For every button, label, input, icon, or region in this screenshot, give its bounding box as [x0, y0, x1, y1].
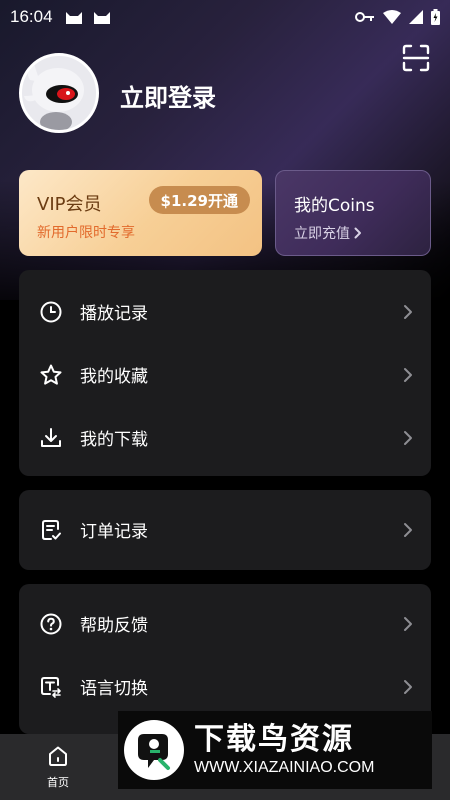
star-icon	[40, 364, 62, 385]
menu-item-language[interactable]: 语言切换	[19, 655, 431, 718]
history-icon	[40, 301, 62, 322]
notification-cat-icon	[93, 12, 110, 24]
avatar[interactable]	[19, 53, 99, 133]
watermark: 下载鸟资源 WWW.XIAZAINIAO.COM	[118, 711, 432, 789]
battery-icon	[431, 9, 440, 25]
watermark-title: 下载鸟资源	[194, 722, 354, 757]
chevron-right-icon	[354, 227, 361, 239]
watermark-logo	[124, 720, 184, 780]
language-icon	[41, 676, 61, 698]
scan-icon[interactable]	[402, 44, 430, 72]
menu-group-history: 播放记录 我的收藏 我的下载	[19, 270, 431, 476]
notification-cat-icon	[65, 12, 82, 24]
chevron-right-icon	[404, 430, 412, 445]
bird-logo-icon	[138, 734, 170, 770]
menu-item-label: 我的收藏	[80, 367, 148, 387]
status-bar: 16:04	[0, 0, 450, 34]
menu-item-label: 播放记录	[80, 304, 148, 324]
recharge-label: 立即充值	[294, 226, 350, 242]
nav-tab-home[interactable]: 首页	[30, 744, 86, 790]
order-icon	[42, 519, 61, 540]
nav-tab-label: 首页	[47, 776, 69, 789]
status-time: 16:04	[10, 7, 53, 26]
recharge-link[interactable]: 立即充值	[294, 223, 362, 243]
vip-subtitle: 新用户限时专享	[37, 225, 135, 241]
vip-card[interactable]: VIP会员 $1.29开通 新用户限时专享	[19, 170, 262, 256]
vip-title: VIP会员	[37, 194, 102, 215]
watermark-url: WWW.XIAZAINIAO.COM	[194, 759, 375, 776]
download-icon	[41, 427, 61, 447]
menu-item-label: 语言切换	[80, 679, 148, 699]
menu-item-downloads[interactable]: 我的下载	[19, 406, 431, 469]
coins-title: 我的Coins	[294, 196, 375, 216]
wifi-icon	[383, 10, 401, 24]
menu-item-label: 帮助反馈	[80, 616, 148, 636]
menu-item-label: 订单记录	[80, 522, 148, 542]
menu-item-label: 我的下载	[80, 430, 148, 450]
chevron-right-icon	[404, 522, 412, 537]
chevron-right-icon	[404, 304, 412, 319]
vip-price-button[interactable]: $1.29开通	[148, 186, 250, 214]
key-icon	[355, 12, 374, 22]
login-button[interactable]: 立即登录	[120, 78, 216, 113]
chevron-right-icon	[404, 679, 412, 694]
chevron-right-icon	[404, 616, 412, 631]
signal-icon	[409, 10, 423, 24]
menu-item-favorites[interactable]: 我的收藏	[19, 343, 431, 406]
coins-card[interactable]: 我的Coins 立即充值	[275, 170, 431, 256]
menu-group-orders: 订单记录	[19, 490, 431, 570]
home-icon	[49, 746, 67, 766]
chevron-right-icon	[404, 367, 412, 382]
menu-item-help[interactable]: 帮助反馈	[19, 592, 431, 655]
menu-item-history[interactable]: 播放记录	[19, 280, 431, 343]
menu-item-orders[interactable]: 订单记录	[19, 498, 431, 561]
help-icon	[40, 613, 62, 634]
mascot-icon	[24, 64, 84, 130]
